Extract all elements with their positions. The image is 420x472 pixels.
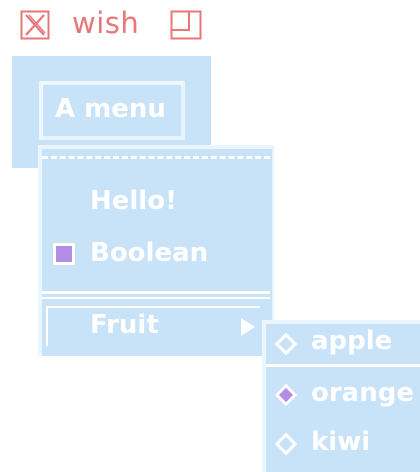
menu-item-boolean[interactable]: Boolean: [90, 238, 208, 268]
checkbox-indicator[interactable]: [53, 243, 75, 265]
submenu-highlight-edge: [266, 364, 420, 367]
menu-separator: [42, 291, 270, 294]
menu-button[interactable]: A menu: [39, 81, 185, 140]
submenu-item-apple[interactable]: apple: [311, 326, 392, 356]
menu-item-fruit-label: Fruit: [90, 310, 159, 340]
menu-separator-lower: [42, 297, 270, 299]
close-icon[interactable]: [20, 10, 50, 40]
menu-button-label: A menu: [55, 94, 166, 124]
submenu-item-kiwi[interactable]: kiwi: [311, 427, 370, 457]
window-title: wish: [72, 6, 140, 40]
maximize-icon[interactable]: [170, 10, 202, 40]
menu-item-hello[interactable]: Hello!: [90, 186, 177, 216]
submenu-item-orange[interactable]: orange: [311, 378, 414, 408]
submenu-arrow-icon: [241, 318, 255, 336]
tearoff-line[interactable]: [42, 156, 270, 159]
